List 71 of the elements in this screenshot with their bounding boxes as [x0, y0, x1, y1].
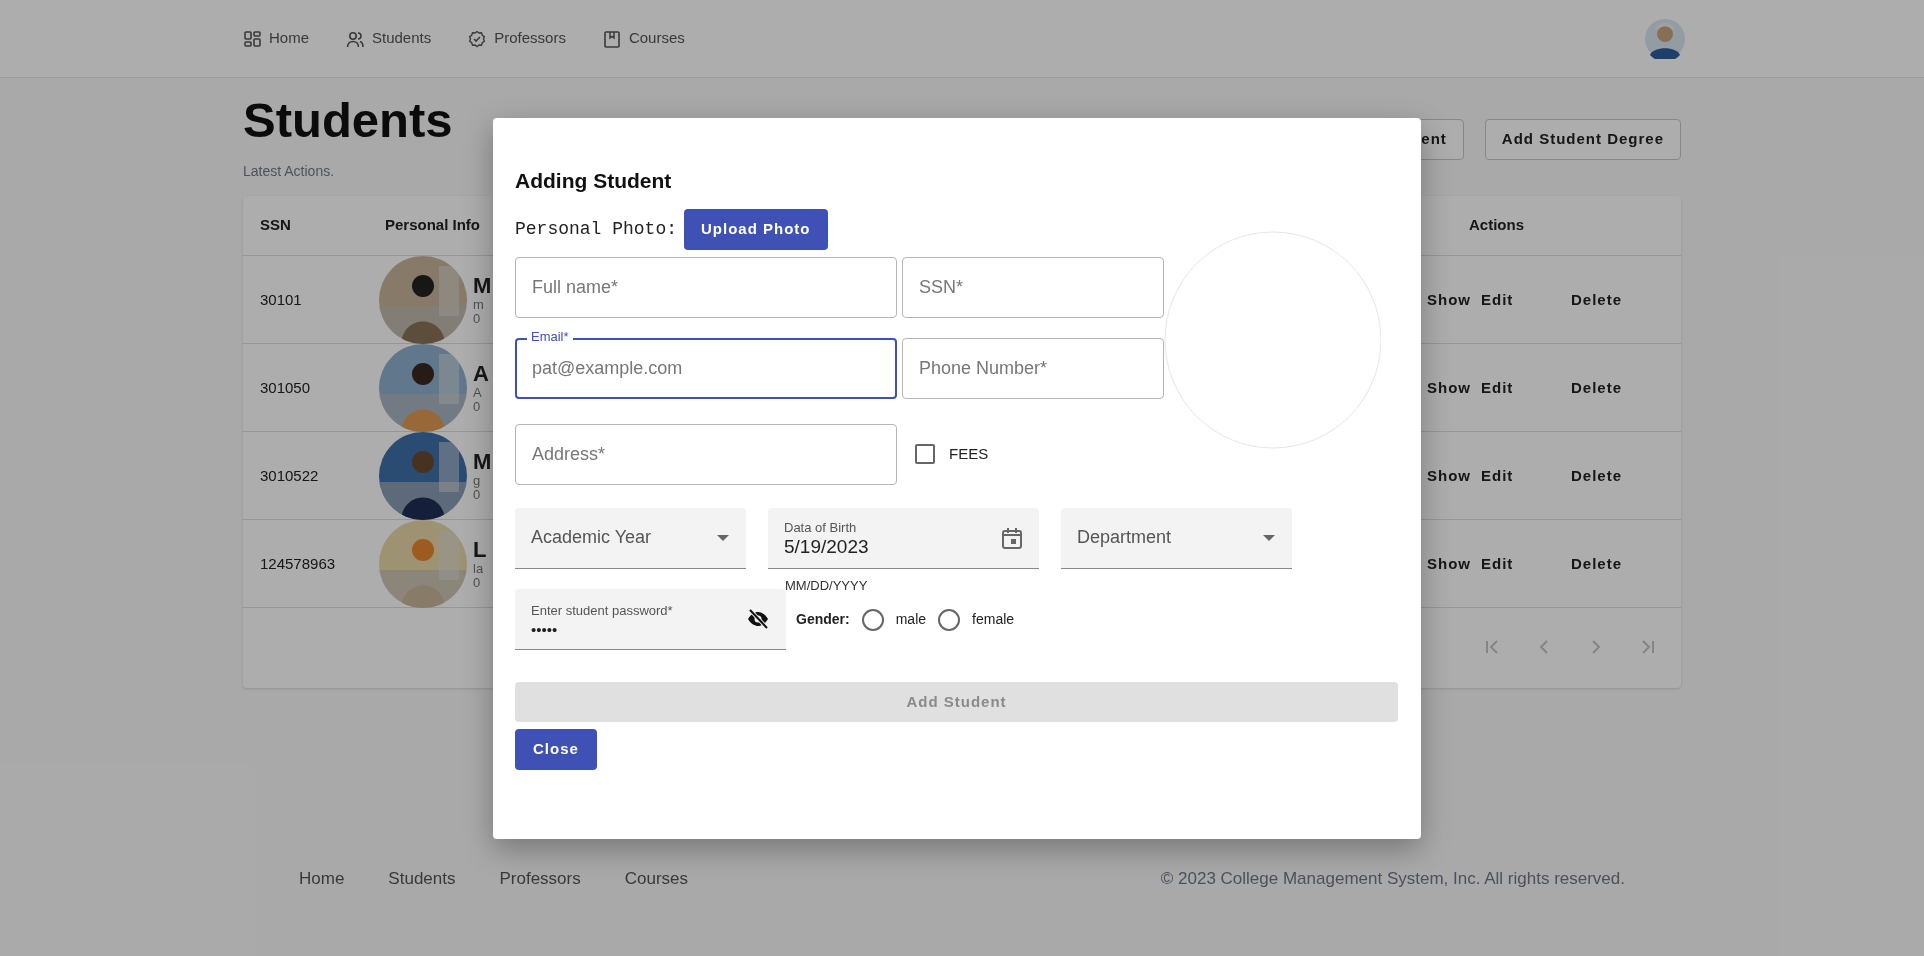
student-name: A [473, 361, 489, 386]
caret-icon [716, 533, 730, 542]
radio-label: female [972, 610, 1015, 630]
copyright-text: © 2023 College Management System, Inc. All rights reserved. [1160, 868, 1625, 890]
gender-label: Gender: [796, 610, 850, 630]
page-title: Students [243, 96, 453, 145]
action-link[interactable]: Delete [1571, 552, 1623, 576]
student-detail: 0 [473, 400, 482, 415]
table-cell-text: 301050 [260, 377, 312, 398]
student-detail: m [473, 297, 485, 313]
select-field[interactable]: Department [1061, 507, 1292, 569]
action-link[interactable]: Edit [1481, 552, 1514, 576]
table-cell-text: 124578963 [260, 553, 337, 574]
action-link[interactable]: Edit [1481, 376, 1514, 400]
nav-link[interactable]: Home [243, 27, 309, 50]
table-cell-text: 3010522 [260, 465, 320, 486]
action-link[interactable]: Delete [1571, 376, 1623, 400]
action-link[interactable]: Edit [1481, 464, 1514, 488]
select-field[interactable]: Academic Year [515, 507, 746, 569]
book-icon [602, 29, 621, 48]
date-field[interactable]: Data of Birth 5/19/2023 [768, 507, 1039, 569]
checkbox[interactable] [915, 444, 935, 465]
nav-link[interactable]: Courses [602, 27, 685, 50]
student-name: M [473, 273, 492, 298]
student-name: L [473, 537, 487, 562]
column-header: Actions [1469, 215, 1525, 236]
action-link[interactable]: Edit [1481, 288, 1514, 312]
student-detail: 0 [473, 576, 482, 591]
caret-icon [1262, 533, 1276, 542]
badge-check-icon [468, 29, 487, 48]
nav-link[interactable]: Professors [468, 27, 566, 50]
student-detail: A [473, 385, 483, 401]
field-label: Personal Photo: [515, 217, 678, 241]
nav-link[interactable]: Students [346, 27, 432, 50]
column-header: Personal Info [385, 215, 481, 236]
action-link[interactable]: Show [1427, 288, 1471, 312]
dialog-title: Adding Student [515, 168, 673, 194]
input-field[interactable]: Address* [515, 423, 897, 485]
input-field[interactable]: Phone Number* [902, 337, 1164, 399]
input-field[interactable]: SSN* [902, 256, 1164, 318]
column-header: SSN [260, 215, 292, 236]
action-link[interactable]: Show [1427, 552, 1471, 576]
grid-icon [243, 29, 261, 48]
radio-button[interactable] [938, 608, 961, 631]
footer-link[interactable]: Professors [499, 866, 581, 892]
footer-link[interactable]: Home [299, 866, 345, 892]
radio-button[interactable] [861, 608, 884, 631]
footer-link[interactable]: Students [388, 866, 456, 892]
upload-button[interactable]: Upload Photo [684, 209, 828, 250]
radio-label: male [895, 610, 927, 630]
checkbox-label: FEES [949, 443, 989, 464]
password-field[interactable]: Enter student password* ••••• [515, 589, 786, 651]
close-button[interactable]: Close [515, 729, 597, 770]
student-detail: 0 [473, 312, 482, 327]
action-link[interactable]: Delete [1571, 288, 1623, 312]
student-name: M [473, 449, 492, 474]
footer-link[interactable]: Courses [624, 866, 689, 892]
student-detail: la [473, 561, 485, 577]
page-subtitle: Latest Actions. [243, 162, 336, 181]
student-detail: 0 [473, 488, 482, 503]
action-button[interactable]: Add Student Degree [1484, 119, 1681, 160]
action-link[interactable]: Show [1427, 464, 1471, 488]
student-detail: g [473, 473, 482, 489]
action-link[interactable]: Delete [1571, 464, 1623, 488]
users-icon [346, 29, 364, 48]
helper-text: MM/DD/YYYY [785, 576, 869, 595]
calendar-icon[interactable] [1001, 526, 1023, 549]
action-link[interactable]: Show [1427, 376, 1471, 400]
input-field[interactable]: Full name* [515, 256, 897, 318]
eye-off-icon[interactable] [746, 607, 770, 632]
table-cell-text: 30101 [260, 289, 303, 310]
